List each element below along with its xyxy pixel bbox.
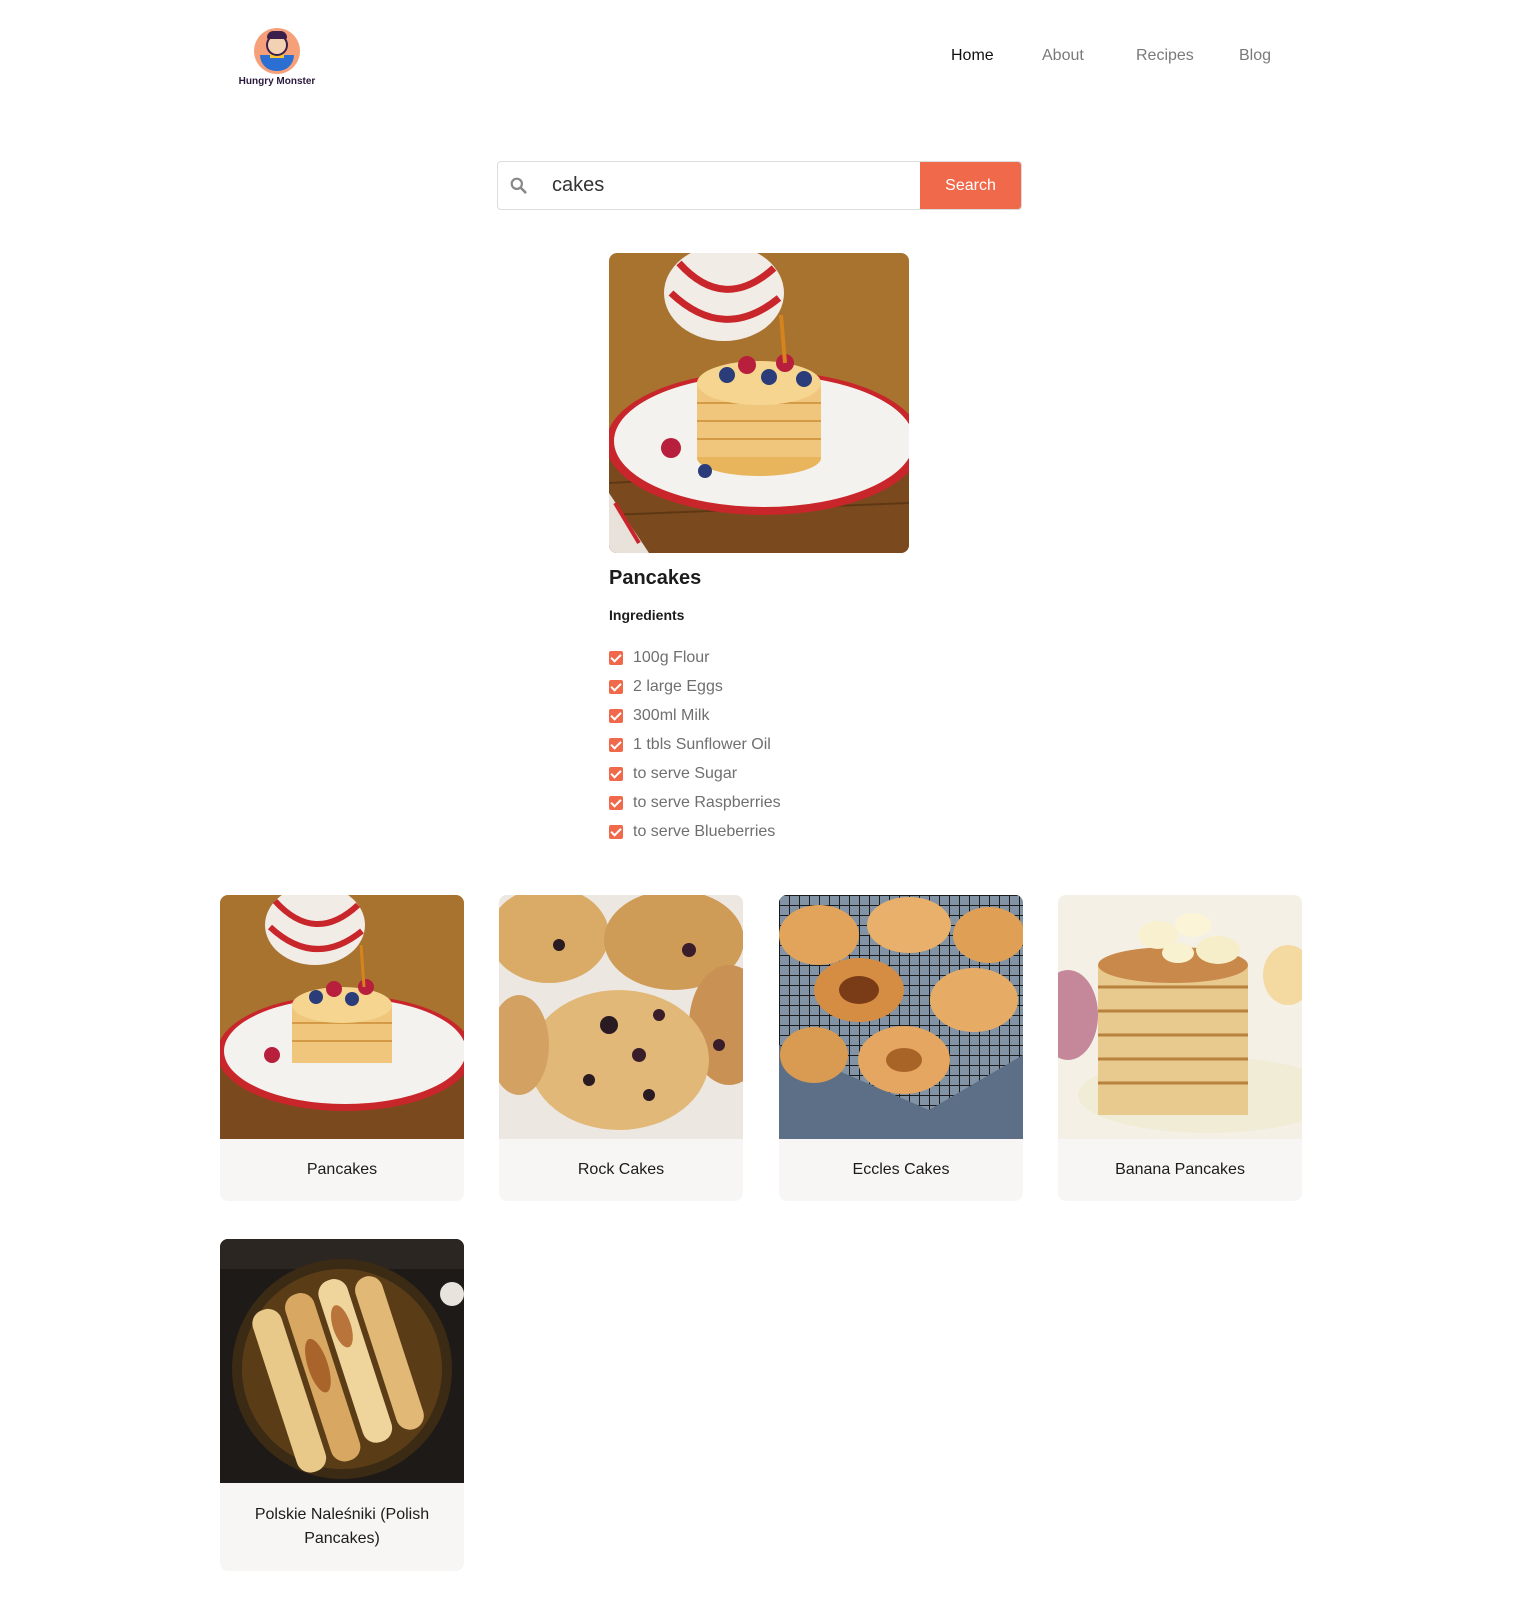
ingredient-item: 300ml Milk: [609, 701, 781, 730]
recipe-card-image: [220, 895, 464, 1139]
featured-recipe-image: [609, 253, 909, 553]
recipe-card-title: Rock Cakes: [577, 1161, 665, 1178]
checkbox-checked-icon: [609, 824, 623, 839]
ingredient-item: 100g Flour: [609, 643, 781, 672]
nav-blog[interactable]: Blog: [1239, 47, 1271, 65]
recipe-card[interactable]: Banana Pancakes: [1058, 895, 1302, 1201]
checkbox-checked-icon: [609, 650, 623, 665]
ingredients-heading: Ingredients: [609, 607, 685, 623]
nav-about[interactable]: About: [1042, 47, 1084, 65]
search-bar: Search: [497, 161, 1022, 210]
ingredients-list: 100g Flour 2 large Eggs 300ml Milk 1 tbl…: [609, 643, 781, 846]
ingredient-item: to serve Blueberries: [609, 817, 781, 846]
recipe-card[interactable]: Pancakes: [220, 895, 464, 1201]
recipe-card[interactable]: Eccles Cakes: [779, 895, 1023, 1201]
main-nav: Home About Recipes Blog: [0, 47, 1519, 69]
brand-name: Hungry Monster: [238, 76, 316, 87]
ingredient-item: 2 large Eggs: [609, 672, 781, 701]
recipe-card-title: Banana Pancakes: [1115, 1161, 1245, 1178]
search-icon: [498, 162, 538, 209]
checkbox-checked-icon: [609, 737, 623, 752]
checkbox-checked-icon: [609, 795, 623, 810]
nav-recipes[interactable]: Recipes: [1136, 47, 1194, 65]
checkbox-checked-icon: [609, 766, 623, 781]
recipe-card-image: [499, 895, 743, 1139]
ingredient-item: 1 tbls Sunflower Oil: [609, 730, 781, 759]
recipe-card[interactable]: Polskie Naleśniki (Polish Pancakes): [220, 1239, 464, 1571]
recipe-card-title: Pancakes: [306, 1161, 378, 1178]
recipe-card-title: Eccles Cakes: [852, 1161, 950, 1178]
nav-home[interactable]: Home: [951, 47, 994, 65]
search-button[interactable]: Search: [920, 162, 1021, 209]
recipe-card-image: [779, 895, 1023, 1139]
recipe-card-image: [1058, 895, 1302, 1139]
checkbox-checked-icon: [609, 708, 623, 723]
recipe-card[interactable]: Rock Cakes: [499, 895, 743, 1201]
ingredient-item: to serve Raspberries: [609, 788, 781, 817]
recipe-card-image: [220, 1239, 464, 1483]
ingredient-item: to serve Sugar: [609, 759, 781, 788]
checkbox-checked-icon: [609, 679, 623, 694]
featured-recipe-title: Pancakes: [609, 567, 702, 589]
search-input[interactable]: [538, 162, 920, 209]
recipe-card-title: Polskie Naleśniki (Polish Pancakes): [254, 1506, 430, 1547]
